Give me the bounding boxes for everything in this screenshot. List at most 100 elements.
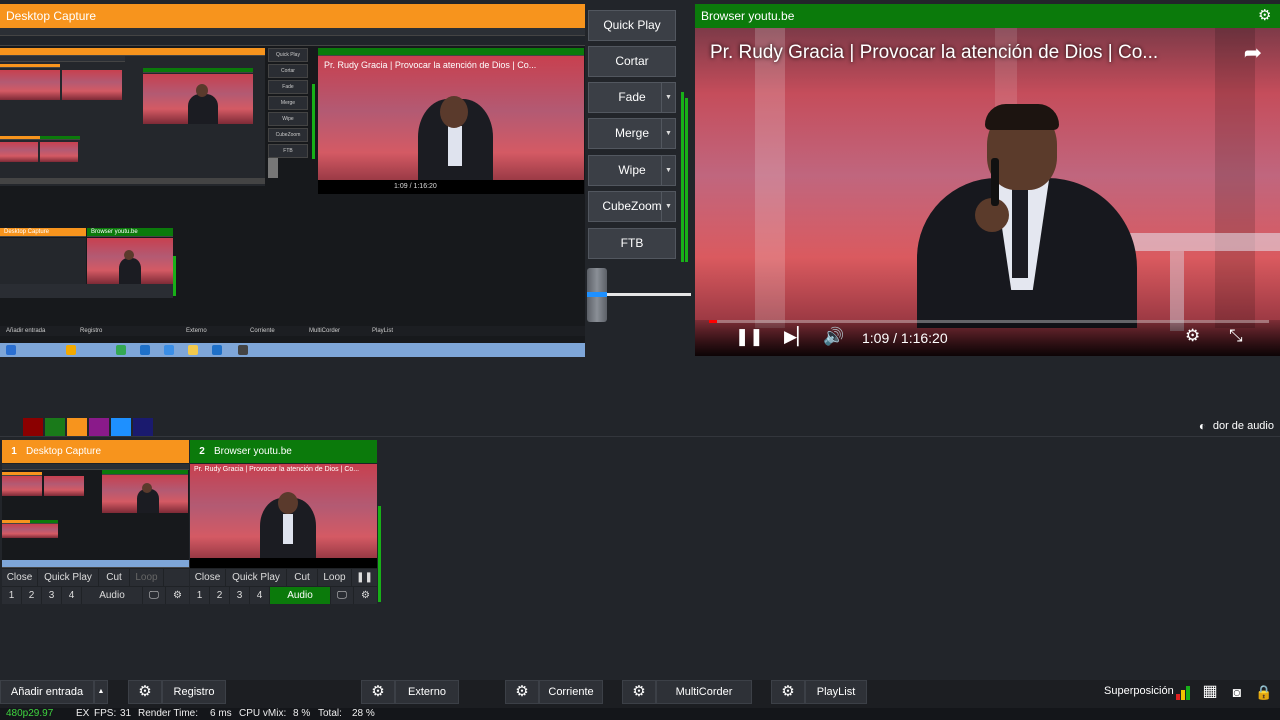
gear-icon[interactable]: ⚙ bbox=[1258, 8, 1274, 24]
nested-mini-video bbox=[0, 70, 60, 100]
nested-taskbar bbox=[0, 343, 585, 357]
output-title: Browser youtu.be bbox=[695, 4, 1280, 28]
wipe-dropdown-icon[interactable]: ▼ bbox=[661, 156, 675, 185]
input-2[interactable]: 2 Browser youtu.be Pr. Rudy Gracia | Prov… bbox=[190, 440, 377, 604]
output-panel[interactable]: Browser youtu.be ⚙ Pr. Rudy Gracia | Pro… bbox=[695, 4, 1280, 356]
cut-input-button[interactable]: Cut bbox=[99, 569, 129, 586]
total-cpu-readout: 28 % bbox=[352, 708, 375, 719]
add-input-button[interactable]: Añadir entrada bbox=[0, 680, 94, 704]
color-tab-1[interactable] bbox=[2, 418, 22, 436]
corriente-button[interactable]: Corriente bbox=[539, 680, 603, 704]
preview-title: Desktop Capture bbox=[0, 4, 585, 28]
audio-button[interactable]: Audio bbox=[82, 587, 142, 604]
overlay-1-button[interactable]: 1 bbox=[2, 587, 21, 604]
merge-button[interactable]: Merge ▼ bbox=[588, 118, 676, 149]
externo-button[interactable]: Externo bbox=[395, 680, 459, 704]
close-button[interactable]: Close bbox=[190, 569, 225, 586]
audio-meter-left bbox=[681, 92, 684, 262]
overlay-2-button[interactable]: 2 bbox=[210, 587, 229, 604]
nested-output-title bbox=[318, 48, 584, 56]
quick-play-button[interactable]: Quick Play bbox=[588, 10, 676, 41]
cut-input-button[interactable]: Cut bbox=[287, 569, 317, 586]
t-bar-position bbox=[587, 292, 607, 297]
input-overlay-row: 1 2 3 4 Audio 🖵 ⚙ bbox=[2, 587, 189, 604]
share-icon[interactable]: ➦ bbox=[1244, 40, 1262, 66]
overlay-4-button[interactable]: 4 bbox=[250, 587, 269, 604]
progress-bar[interactable] bbox=[709, 320, 1269, 323]
input-controls-row: Close Quick Play Cut Loop bbox=[2, 569, 189, 586]
audio-mixer-toggle[interactable]: ◐ dor de audio bbox=[1199, 419, 1274, 433]
volume-icon[interactable]: 🔊 bbox=[823, 327, 844, 347]
multicorder-gear-icon[interactable]: ⚙ bbox=[622, 680, 656, 704]
wipe-button[interactable]: Wipe ▼ bbox=[588, 155, 676, 186]
output-video[interactable]: Pr. Rudy Gracia | Provocar la atención d… bbox=[695, 28, 1280, 356]
audio-button[interactable]: Audio bbox=[270, 587, 330, 604]
color-tab-4[interactable] bbox=[67, 418, 87, 436]
monitor-icon[interactable]: 🖵 bbox=[331, 587, 353, 604]
overlay-4-button[interactable]: 4 bbox=[62, 587, 81, 604]
overlay-button[interactable]: Superposición bbox=[1104, 680, 1174, 704]
input-settings-icon[interactable]: ⚙ bbox=[354, 587, 377, 604]
multicorder-button[interactable]: MultiCorder bbox=[656, 680, 752, 704]
input-thumbnail[interactable] bbox=[2, 464, 189, 568]
status-bar: 480p29.97 EX FPS: 31 Render Time: 6 ms C… bbox=[0, 708, 1280, 720]
overlay-1-button[interactable]: 1 bbox=[190, 587, 209, 604]
color-tab-6[interactable] bbox=[111, 418, 131, 436]
nested-menubar bbox=[0, 36, 585, 46]
input-header[interactable]: 1 Desktop Capture bbox=[2, 440, 189, 463]
input-1[interactable]: 1 Desktop Capture Close Quick Play Cut Lo… bbox=[2, 440, 189, 604]
preview-panel[interactable]: Desktop Capture Quick Play Cortar Fade M… bbox=[0, 4, 585, 357]
input-header[interactable]: 2 Browser youtu.be bbox=[190, 440, 377, 463]
add-input-dropdown-icon[interactable]: ▲ bbox=[94, 680, 108, 704]
loop-button[interactable]: Loop bbox=[130, 569, 163, 586]
layout-grid-icon[interactable]: ▦ bbox=[1201, 683, 1219, 701]
input-settings-icon[interactable]: ⚙ bbox=[166, 587, 189, 604]
speaker bbox=[917, 104, 1137, 328]
snapshot-icon[interactable]: ◙ bbox=[1228, 683, 1246, 701]
cubezoom-dropdown-icon[interactable]: ▼ bbox=[661, 192, 675, 221]
overlay-3-button[interactable]: 3 bbox=[230, 587, 249, 604]
overlay-3-button[interactable]: 3 bbox=[42, 587, 61, 604]
playlist-gear-icon[interactable]: ⚙ bbox=[771, 680, 805, 704]
registro-button[interactable]: Registro bbox=[162, 680, 226, 704]
resolution-readout: 480p29.97 bbox=[6, 708, 54, 719]
color-tab-7[interactable] bbox=[133, 418, 153, 436]
monitor-icon[interactable]: 🖵 bbox=[143, 587, 165, 604]
nested-preview-video bbox=[143, 74, 253, 124]
quick-play-input-button[interactable]: Quick Play bbox=[38, 569, 98, 586]
cut-button[interactable]: Cortar bbox=[588, 46, 676, 77]
overlay-2-button[interactable]: 2 bbox=[22, 587, 41, 604]
audio-levels-icon[interactable] bbox=[1176, 684, 1194, 700]
progress-fill bbox=[709, 320, 717, 323]
nested-preview-title bbox=[0, 48, 265, 56]
audio-meter-right bbox=[685, 98, 688, 262]
playback-time: 1:09 / 1:16:20 bbox=[862, 330, 948, 346]
fade-button[interactable]: Fade ▼ bbox=[588, 82, 676, 113]
exit-fullscreen-icon[interactable]: ⤡ bbox=[1229, 326, 1243, 346]
input-thumbnail[interactable]: Pr. Rudy Gracia | Provocar la atención d… bbox=[190, 464, 377, 568]
fade-dropdown-icon[interactable]: ▼ bbox=[661, 83, 675, 112]
playlist-button[interactable]: PlayList bbox=[805, 680, 867, 704]
color-tab-2[interactable] bbox=[23, 418, 43, 436]
quick-play-input-button[interactable]: Quick Play bbox=[226, 569, 286, 586]
close-button[interactable]: Close bbox=[2, 569, 37, 586]
corriente-gear-icon[interactable]: ⚙ bbox=[505, 680, 539, 704]
pause-input-icon[interactable]: ❚❚ bbox=[352, 569, 377, 586]
merge-dropdown-icon[interactable]: ▼ bbox=[661, 119, 675, 148]
cubezoom-button[interactable]: CubeZoom ▼ bbox=[588, 191, 676, 222]
nested-transition-btn: Quick Play bbox=[268, 48, 308, 62]
settings-icon[interactable]: ⚙ bbox=[1185, 326, 1200, 346]
ex-indicator: EX bbox=[76, 708, 90, 719]
color-tab-5[interactable] bbox=[89, 418, 109, 436]
registro-gear-icon[interactable]: ⚙ bbox=[128, 680, 162, 704]
render-time-readout: 6 ms bbox=[210, 708, 232, 719]
loop-button[interactable]: Loop bbox=[318, 569, 351, 586]
next-icon[interactable]: ▶▏ bbox=[784, 327, 810, 347]
ftb-button[interactable]: FTB bbox=[588, 228, 676, 259]
pause-icon[interactable]: ❚❚ bbox=[735, 327, 764, 347]
preview-screenshot: Quick Play Cortar Fade Merge Wipe CubeZo… bbox=[0, 28, 585, 357]
color-tab-3[interactable] bbox=[45, 418, 65, 436]
lock-icon[interactable]: 🔒 bbox=[1255, 683, 1273, 701]
video-title: Pr. Rudy Gracia | Provocar la atención d… bbox=[710, 42, 1159, 63]
externo-gear-icon[interactable]: ⚙ bbox=[361, 680, 395, 704]
